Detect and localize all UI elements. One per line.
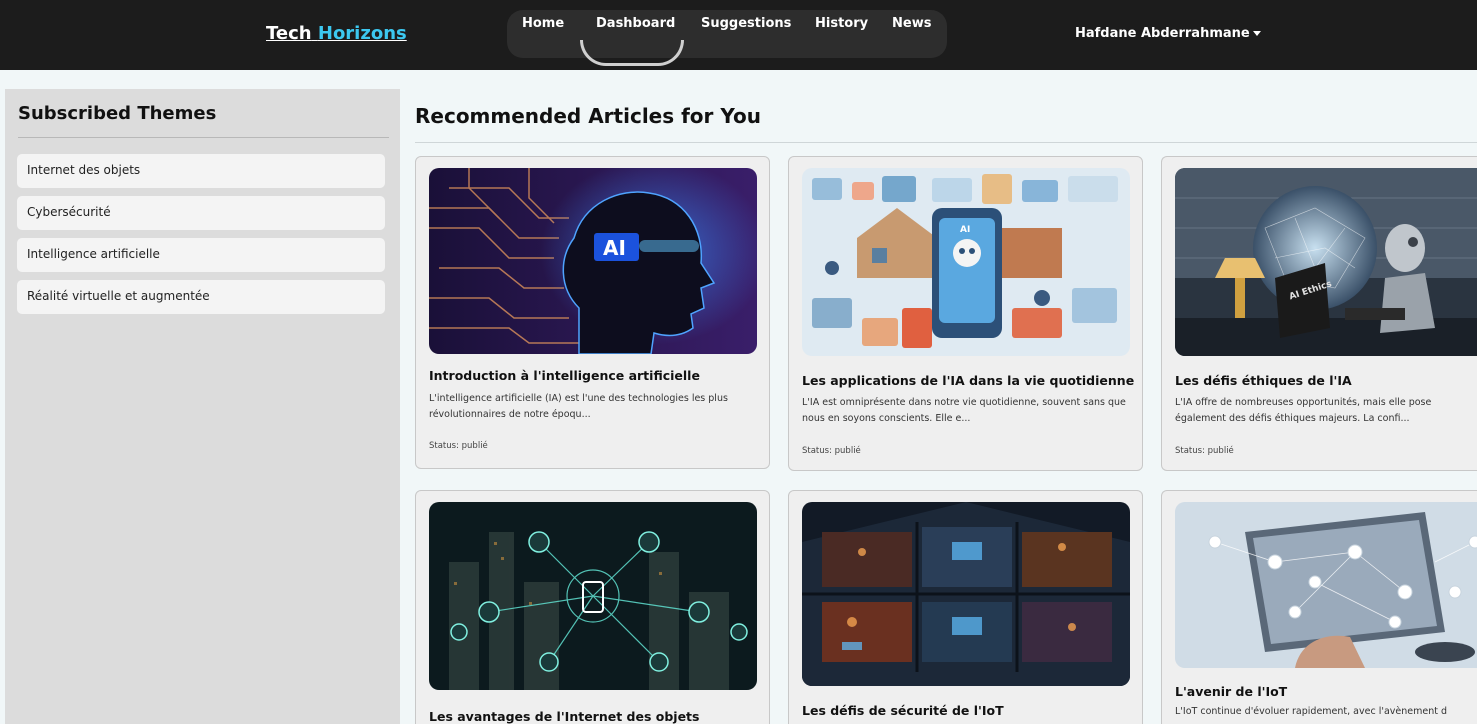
caret-down-icon: [1252, 31, 1261, 36]
article-title[interactable]: Introduction à l'intelligence artificiel…: [429, 368, 700, 383]
title-divider: [415, 142, 1477, 143]
theme-item-iot[interactable]: Internet des objets: [17, 154, 385, 188]
article-image: [1175, 502, 1477, 668]
article-excerpt: L'IoT continue d'évoluer rapidement, ave…: [1175, 706, 1448, 717]
brand-name-part2: Horizons: [317, 23, 407, 44]
article-status: Status: publié: [429, 441, 488, 451]
article-status: Status: publié: [802, 446, 861, 456]
article-excerpt: L'IA est omniprésente dans notre vie quo…: [802, 397, 1126, 424]
brand-name-part1: Tech: [266, 23, 312, 44]
nav-history[interactable]: History: [815, 16, 868, 31]
article-title[interactable]: Les défis éthiques de l'IA: [1175, 373, 1352, 388]
theme-item-ai[interactable]: Intelligence artificielle: [17, 238, 385, 272]
top-navbar: Tech Horizons Home Dashboard Suggestions…: [0, 0, 1477, 70]
article-card[interactable]: Les défis de sécurité de l'IoT: [788, 490, 1143, 724]
theme-item-cybersecurity[interactable]: Cybersécurité: [17, 196, 385, 230]
nav-suggestions[interactable]: Suggestions: [701, 16, 791, 31]
article-title[interactable]: L'avenir de l'IoT: [1175, 684, 1287, 699]
user-menu-dropdown[interactable]: Hafdane Abderrahmane: [1075, 26, 1261, 41]
article-title[interactable]: Les avantages de l'Internet des objets: [429, 709, 699, 724]
image-ai-text: AI: [603, 236, 626, 260]
brand-logo-link[interactable]: Tech Horizons: [266, 23, 407, 44]
article-card[interactable]: AI Les applications de l'IA dans la vie …: [788, 156, 1143, 471]
article-image: AI: [429, 168, 757, 354]
article-card[interactable]: L'avenir de l'IoT L'IoT continue d'évolu…: [1161, 490, 1477, 724]
image-ai-text: AI: [960, 225, 970, 235]
nav-dashboard[interactable]: Dashboard: [596, 16, 675, 31]
theme-item-vr-ar[interactable]: Réalité virtuelle et augmentée: [17, 280, 385, 314]
article-status: Status: publié: [1175, 446, 1234, 456]
article-image: [429, 502, 757, 690]
article-image: [802, 502, 1130, 686]
sidebar-title: Subscribed Themes: [18, 103, 217, 124]
subscribed-themes-sidebar: Subscribed Themes Internet des objets Cy…: [5, 89, 400, 724]
article-excerpt: L'intelligence artificielle (IA) est l'u…: [429, 393, 728, 420]
article-title[interactable]: Les défis de sécurité de l'IoT: [802, 703, 1004, 718]
article-card[interactable]: AI Introduction à l'intelligence artific…: [415, 156, 770, 469]
nav-home[interactable]: Home: [522, 16, 564, 31]
nav-news[interactable]: News: [892, 16, 931, 31]
article-excerpt: L'IA offre de nombreuses opportunités, m…: [1175, 397, 1432, 424]
article-image: AI: [802, 168, 1130, 356]
user-name: Hafdane Abderrahmane: [1075, 26, 1250, 41]
article-card[interactable]: AI Ethics Les défis éthiques de l'IA L'I…: [1161, 156, 1477, 471]
page-title: Recommended Articles for You: [415, 104, 761, 128]
article-title[interactable]: Les applications de l'IA dans la vie quo…: [802, 373, 1134, 388]
article-card[interactable]: Les avantages de l'Internet des objets: [415, 490, 770, 724]
sidebar-divider: [18, 137, 389, 138]
active-nav-indicator: [580, 40, 684, 66]
article-image: AI Ethics: [1175, 168, 1477, 356]
